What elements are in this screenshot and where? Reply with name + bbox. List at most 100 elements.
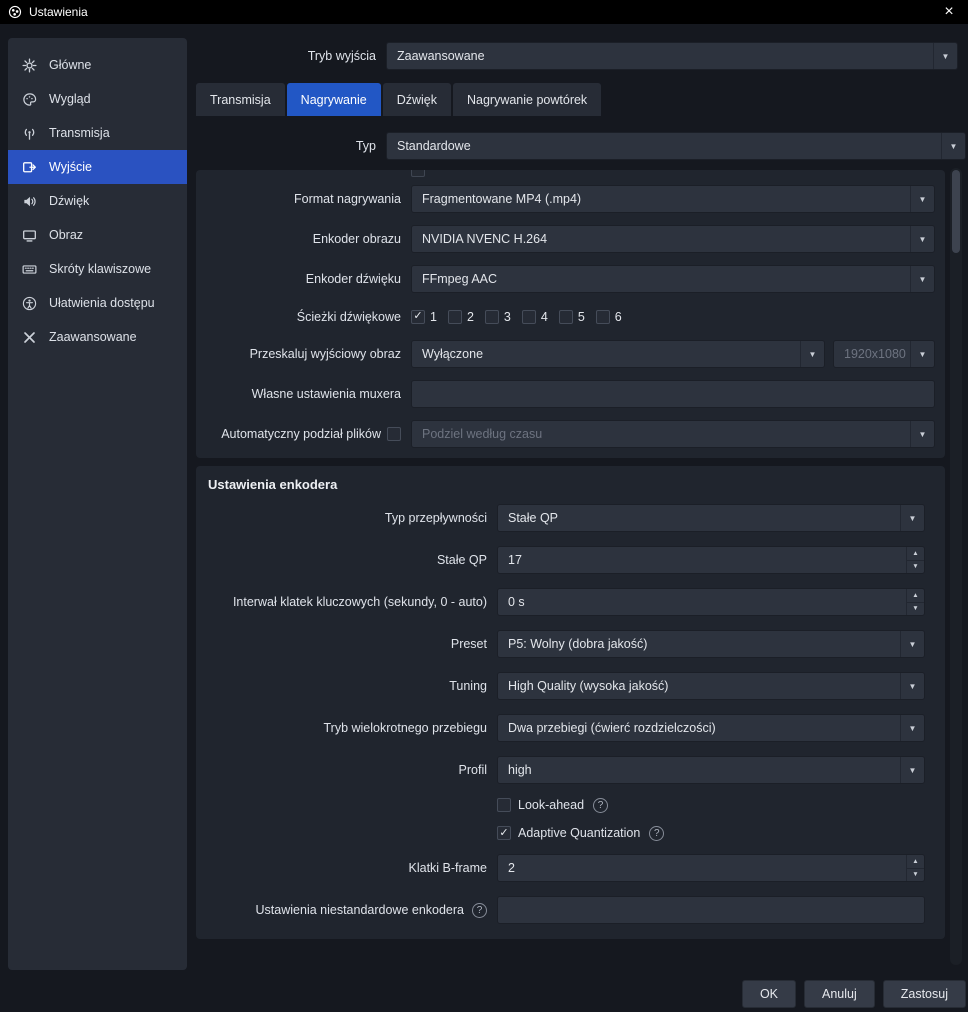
track-label: 5	[578, 310, 585, 324]
rate-control-dropdown[interactable]: Stałe QP ▼	[497, 504, 925, 532]
tuning-label: Tuning	[196, 679, 487, 693]
cancel-button[interactable]: Anuluj	[804, 980, 875, 1008]
auto-split-checkbox[interactable]	[387, 427, 401, 441]
track-1: ✓ 1	[411, 310, 437, 324]
sidebar-item-wyglad[interactable]: Wygląd	[8, 82, 187, 116]
auto-split-label-group: Automatyczny podział plików	[196, 427, 401, 441]
chevron-down-icon: ▼	[900, 673, 924, 699]
auto-split-row: Automatyczny podział plików Podziel wedł…	[196, 414, 945, 454]
keyint-label: Interwał klatek kluczowych (sekundy, 0 -…	[196, 595, 487, 609]
chevron-down-icon: ▼	[910, 226, 934, 252]
footer: OK Anuluj Zastosuj	[742, 980, 966, 1008]
rescale-controls: Wyłączone ▼ 1920x1080 ▼	[411, 340, 935, 368]
type-dropdown[interactable]: Standardowe ▼	[386, 132, 966, 160]
rate-control-row: Typ przepływności Stałe QP ▼	[196, 497, 945, 539]
chevron-down-icon: ▼	[900, 715, 924, 741]
preset-dropdown[interactable]: P5: Wolny (dobra jakość) ▼	[497, 630, 925, 658]
track-5-checkbox[interactable]	[559, 310, 573, 324]
output-mode-dropdown[interactable]: Zaawansowane ▼	[386, 42, 958, 70]
apply-button[interactable]: Zastosuj	[883, 980, 966, 1008]
video-encoder-value: NVIDIA NVENC H.264	[412, 226, 910, 252]
muxer-label: Własne ustawienia muxera	[196, 387, 401, 401]
auto-split-dropdown[interactable]: Podziel według czasu ▼	[411, 420, 935, 448]
track-3: 3	[485, 310, 511, 324]
bframes-spinbox[interactable]: 2 ▲ ▼	[497, 854, 925, 882]
spin-up-icon[interactable]: ▲	[907, 855, 924, 869]
tab-label: Nagrywanie	[301, 93, 367, 107]
output-mode-label: Tryb wyjścia	[196, 49, 376, 63]
spin-down-icon[interactable]: ▼	[907, 869, 924, 882]
spin-up-icon[interactable]: ▲	[907, 547, 924, 561]
custom-encoder-input[interactable]	[497, 896, 925, 924]
tab-nagrywanie-powtorek[interactable]: Nagrywanie powtórek	[453, 83, 601, 116]
audio-icon	[22, 193, 38, 209]
custom-encoder-label-group: Ustawienia niestandardowe enkodera ?	[196, 903, 487, 918]
rescale-dropdown[interactable]: Wyłączone ▼	[411, 340, 825, 368]
recording-format-dropdown[interactable]: Fragmentowane MP4 (.mp4) ▼	[411, 185, 935, 213]
multipass-row: Tryb wielokrotnego przebiegu Dwa przebie…	[196, 707, 945, 749]
scrollbar-thumb[interactable]	[952, 170, 960, 253]
lookahead-label: Look-ahead	[518, 798, 584, 812]
chevron-down-icon: ▼	[800, 341, 824, 367]
spin-down-icon[interactable]: ▼	[907, 561, 924, 574]
track-2: 2	[448, 310, 474, 324]
encoder-settings-title: Ustawienia enkodera	[196, 466, 945, 497]
profile-row: Profil high ▼	[196, 749, 945, 791]
track-4-checkbox[interactable]	[522, 310, 536, 324]
tab-dzwiek[interactable]: Dźwięk	[383, 83, 451, 116]
audio-encoder-dropdown[interactable]: FFmpeg AAC ▼	[411, 265, 935, 293]
sidebar-item-glowne[interactable]: Główne	[8, 48, 187, 82]
rescale-resolution-combo[interactable]: 1920x1080 ▼	[833, 340, 935, 368]
track-3-checkbox[interactable]	[485, 310, 499, 324]
adaptive-quantization-checkbox[interactable]: ✓	[497, 826, 511, 840]
clipped-row	[196, 170, 945, 179]
keyint-row: Interwał klatek kluczowych (sekundy, 0 -…	[196, 581, 945, 623]
video-encoder-dropdown[interactable]: NVIDIA NVENC H.264 ▼	[411, 225, 935, 253]
video-icon	[22, 227, 38, 243]
sidebar-item-label: Ułatwienia dostępu	[49, 296, 155, 310]
audio-tracks-label: Ścieżki dźwiękowe	[196, 310, 401, 324]
chevron-down-icon: ▼	[910, 266, 934, 292]
tab-label: Nagrywanie powtórek	[467, 93, 587, 107]
spin-down-icon[interactable]: ▼	[907, 603, 924, 616]
sidebar-item-label: Dźwięk	[49, 194, 89, 208]
keyint-spinbox[interactable]: 0 s ▲ ▼	[497, 588, 925, 616]
ok-button[interactable]: OK	[742, 980, 796, 1008]
sidebar-item-dzwiek[interactable]: Dźwięk	[8, 184, 187, 218]
type-value: Standardowe	[387, 133, 941, 159]
sidebar-item-ulatwienia-dostepu[interactable]: Ułatwienia dostępu	[8, 286, 187, 320]
tab-transmisja[interactable]: Transmisja	[196, 83, 285, 116]
chevron-down-icon: ▼	[900, 757, 924, 783]
appearance-icon	[22, 91, 38, 107]
scrollbar[interactable]	[950, 168, 962, 965]
chevron-down-icon: ▼	[900, 505, 924, 531]
lookahead-checkbox[interactable]	[497, 798, 511, 812]
custom-encoder-label: Ustawienia niestandardowe enkodera	[256, 903, 464, 917]
sidebar-item-transmisja[interactable]: Transmisja	[8, 116, 187, 150]
profile-dropdown[interactable]: high ▼	[497, 756, 925, 784]
muxer-input[interactable]	[411, 380, 935, 408]
sidebar-item-skroty-klawiszowe[interactable]: Skróty klawiszowe	[8, 252, 187, 286]
adaptive-quantization-row: ✓ Adaptive Quantization ?	[196, 819, 945, 847]
type-row: Typ Standardowe ▼	[196, 132, 966, 160]
track-6-checkbox[interactable]	[596, 310, 610, 324]
sidebar-item-zaawansowane[interactable]: Zaawansowane	[8, 320, 187, 354]
keyboard-icon	[22, 261, 38, 277]
spin-up-icon[interactable]: ▲	[907, 589, 924, 603]
track-1-checkbox[interactable]: ✓	[411, 310, 425, 324]
encoder-panel: Ustawienia enkodera Typ przepływności St…	[196, 466, 945, 939]
chevron-down-icon: ▼	[900, 631, 924, 657]
cqp-spinbox[interactable]: 17 ▲ ▼	[497, 546, 925, 574]
track-2-checkbox[interactable]	[448, 310, 462, 324]
window-title: Ustawienia	[29, 5, 88, 19]
profile-label: Profil	[196, 763, 487, 777]
close-button[interactable]: ×	[938, 3, 960, 21]
tab-nagrywanie[interactable]: Nagrywanie	[287, 83, 381, 116]
muxer-row: Własne ustawienia muxera	[196, 374, 945, 414]
tuning-dropdown[interactable]: High Quality (wysoka jakość) ▼	[497, 672, 925, 700]
output-icon	[22, 159, 38, 175]
multipass-dropdown[interactable]: Dwa przebiegi (ćwierć rozdzielczości) ▼	[497, 714, 925, 742]
sidebar-item-label: Skróty klawiszowe	[49, 262, 151, 276]
sidebar-item-wyjscie[interactable]: Wyjście	[8, 150, 187, 184]
sidebar-item-obraz[interactable]: Obraz	[8, 218, 187, 252]
